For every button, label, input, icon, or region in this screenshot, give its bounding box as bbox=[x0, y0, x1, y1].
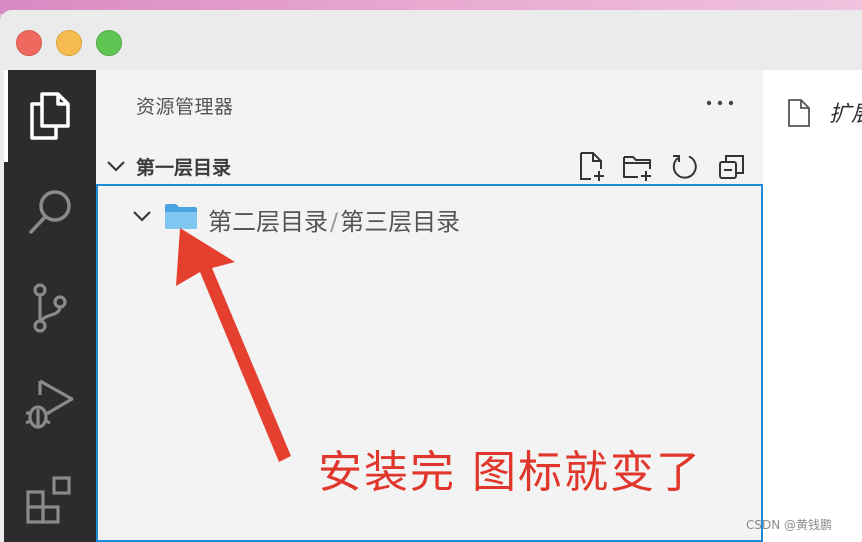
watermark: CSDN @黄钱鹏 bbox=[746, 518, 833, 532]
minimize-window-button[interactable] bbox=[56, 30, 82, 56]
tree-row-compact-folder[interactable]: 第二层目录/第三层目录 bbox=[98, 194, 761, 238]
more-actions-button[interactable] bbox=[702, 88, 738, 118]
activity-run-debug[interactable] bbox=[4, 358, 96, 450]
explorer-icon bbox=[30, 92, 70, 140]
refresh-button[interactable] bbox=[666, 150, 702, 184]
editor-tab-label[interactable]: 扩展 bbox=[829, 96, 862, 128]
activity-bar bbox=[4, 70, 96, 542]
sidebar-title: 资源管理器 bbox=[136, 96, 234, 118]
folder-path-label: 第二层目录/第三层目录 bbox=[208, 202, 460, 237]
annotation-text: 安装完 图标就变了 bbox=[318, 447, 702, 498]
new-file-button[interactable] bbox=[574, 150, 610, 184]
activity-source-control[interactable] bbox=[4, 262, 96, 354]
activity-search[interactable] bbox=[4, 166, 96, 258]
maximize-window-button[interactable] bbox=[96, 30, 122, 56]
folder-name-level2[interactable]: 第二层目录 bbox=[208, 208, 328, 236]
chevron-down-icon bbox=[107, 161, 125, 172]
refresh-icon bbox=[672, 155, 697, 179]
file-icon bbox=[788, 99, 810, 127]
run-debug-icon bbox=[25, 379, 74, 429]
chevron-down-icon bbox=[133, 211, 151, 222]
new-folder-button[interactable] bbox=[620, 150, 656, 184]
workspace-section-header[interactable]: 第一层目录 bbox=[96, 146, 763, 186]
path-separator: / bbox=[330, 208, 339, 236]
collapse-all-button[interactable] bbox=[714, 150, 750, 184]
folder-icon bbox=[165, 204, 197, 229]
title-bar bbox=[0, 10, 862, 70]
source-control-icon bbox=[33, 283, 67, 333]
activity-explorer[interactable] bbox=[4, 70, 96, 162]
ellipsis-icon bbox=[706, 100, 734, 106]
new-folder-icon bbox=[623, 156, 651, 181]
close-window-button[interactable] bbox=[16, 30, 42, 56]
new-file-icon bbox=[580, 152, 604, 181]
activity-extensions[interactable] bbox=[4, 454, 96, 542]
editor-area: 扩展 bbox=[763, 70, 862, 542]
workspace-folder-name: 第一层目录 bbox=[136, 157, 232, 179]
extensions-icon bbox=[26, 476, 71, 524]
search-icon bbox=[29, 190, 71, 234]
folder-name-level3[interactable]: 第三层目录 bbox=[340, 208, 460, 236]
collapse-all-icon bbox=[719, 155, 744, 179]
